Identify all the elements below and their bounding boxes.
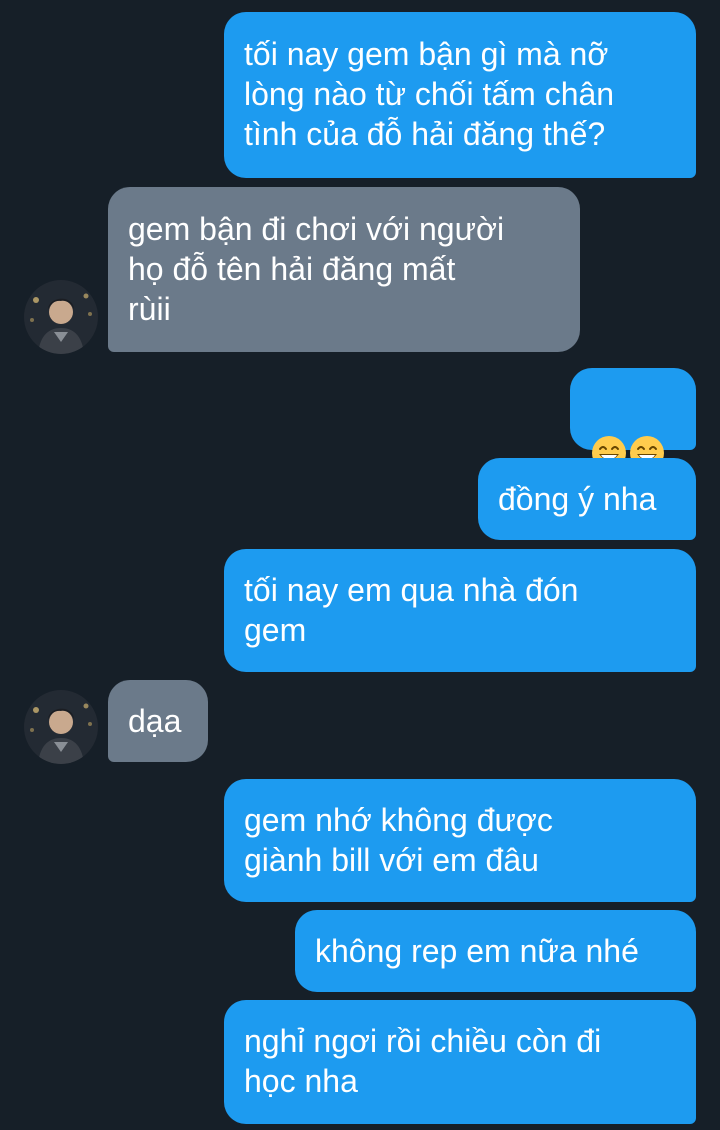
- message-bubble-outgoing[interactable]: tối nay em qua nhà đón gem: [224, 549, 696, 672]
- profile-photo-icon: [24, 690, 98, 764]
- message-bubble-outgoing[interactable]: đồng ý nha: [478, 458, 696, 540]
- contact-avatar[interactable]: [24, 280, 98, 354]
- message-bubble-outgoing[interactable]: nghỉ ngơi rồi chiều còn đi học nha: [224, 1000, 696, 1124]
- message-bubble-outgoing-emoji[interactable]: [570, 368, 696, 470]
- message-bubble-outgoing[interactable]: không rep em nữa nhé: [295, 910, 696, 992]
- profile-photo-icon: [24, 280, 98, 354]
- message-bubble-incoming[interactable]: dạa: [108, 680, 208, 762]
- message-bubble-outgoing[interactable]: gem nhớ không được giành bill với em đâu: [224, 779, 696, 902]
- message-bubble-incoming[interactable]: gem bận đi chơi với người họ đỗ tên hải …: [108, 187, 580, 352]
- message-bubble-outgoing[interactable]: tối nay gem bận gì mà nỡ lòng nào từ chố…: [224, 12, 696, 178]
- contact-avatar[interactable]: [24, 690, 98, 764]
